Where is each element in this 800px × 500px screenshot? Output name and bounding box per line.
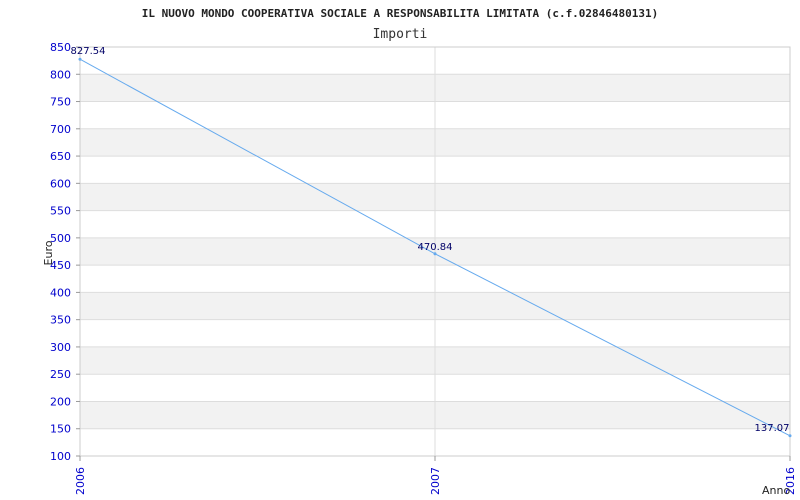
chart-subtitle: Importi xyxy=(373,27,428,42)
y-tick-label: 300 xyxy=(50,341,71,354)
data-point xyxy=(78,57,82,61)
y-tick-label: 400 xyxy=(50,286,71,299)
y-tick-label: 750 xyxy=(50,96,71,109)
x-tick-label: 2007 xyxy=(429,467,442,495)
y-tick-label: 700 xyxy=(50,123,71,136)
data-label: 137.07 xyxy=(755,423,790,434)
y-tick-label: 250 xyxy=(50,368,71,381)
y-tick-label: 550 xyxy=(50,205,71,218)
y-tick-label: 150 xyxy=(50,423,71,436)
line-chart: IL NUOVO MONDO COOPERATIVA SOCIALE A RES… xyxy=(42,7,797,497)
x-axis-ticks: 2006 2007 2016 xyxy=(74,456,797,495)
y-tick-label: 200 xyxy=(50,395,71,408)
y-tick-label: 100 xyxy=(50,450,71,463)
data-label: 827.54 xyxy=(71,46,106,57)
y-tick-label: 800 xyxy=(50,68,71,81)
data-point xyxy=(788,434,792,438)
y-tick-label: 600 xyxy=(50,177,71,190)
x-tick-label: 2006 xyxy=(74,467,87,495)
data-label: 470.84 xyxy=(418,242,453,253)
x-axis-label: Anno xyxy=(762,484,790,497)
y-tick-label: 350 xyxy=(50,314,71,327)
y-axis-label: Euro xyxy=(42,240,55,265)
y-tick-label: 650 xyxy=(50,150,71,163)
y-tick-label: 850 xyxy=(50,41,71,54)
chart-title: IL NUOVO MONDO COOPERATIVA SOCIALE A RES… xyxy=(142,7,659,20)
